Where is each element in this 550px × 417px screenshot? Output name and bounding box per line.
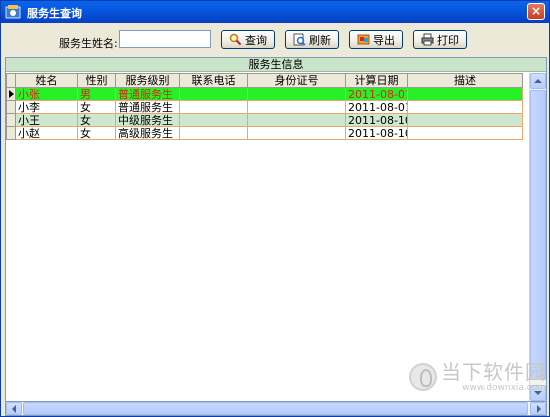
close-button[interactable]: × [527,3,545,20]
column-header[interactable]: 描述 [407,73,523,88]
arrow-right-icon [537,405,541,413]
table-cell[interactable]: 女 [77,126,116,140]
horizontal-scroll-thumb[interactable] [23,402,528,415]
waiter-grid[interactable]: 服务生信息 姓名 性别 服务级别 联系电话 身份证号 计算日期 描述 小张 男 … [5,57,547,402]
query-window: 服务生查询 × 服务生姓名: 查询 刷新 导出 打印 服务生信息 姓名 性别 服… [0,0,550,417]
table-cell[interactable] [247,113,346,127]
table-cell[interactable] [407,100,523,114]
table-cell[interactable]: 普通服务生 [115,100,180,114]
scroll-right-button[interactable] [530,402,546,415]
table-cell[interactable] [247,87,346,101]
table-cell[interactable] [407,87,523,101]
table-cell[interactable] [247,100,346,114]
column-header[interactable]: 联系电话 [179,73,248,88]
table-cell[interactable] [179,126,248,140]
refresh-icon [293,33,306,46]
table-cell[interactable]: 2011-08-10 [345,113,408,127]
title-bar[interactable]: 服务生查询 × [1,1,549,23]
table-cell[interactable] [407,113,523,127]
vertical-scrollbar[interactable] [529,73,546,401]
watermark-logo-icon [409,363,437,391]
table-cell[interactable]: 小张 [15,87,78,101]
column-header[interactable]: 服务级别 [115,73,180,88]
table-cell[interactable]: 小李 [15,100,78,114]
waiter-name-input[interactable] [119,30,211,48]
grid-caption: 服务生信息 [6,58,546,72]
table-cell[interactable] [407,126,523,140]
scroll-up-button[interactable] [530,73,546,89]
table-cell[interactable]: 2011-08-10 [345,126,408,140]
print-button[interactable]: 打印 [413,30,467,49]
column-header[interactable]: 身份证号 [247,73,346,88]
table-row[interactable]: 小李 女 普通服务生 2011-08-01 [6,100,523,114]
watermark-text: 当下软件园 www.downxia.com [441,361,546,393]
search-label: 服务生姓名: [59,37,118,50]
table-cell[interactable]: 普通服务生 [115,87,180,101]
table-header-row: 姓名 性别 服务级别 联系电话 身份证号 计算日期 描述 [6,73,523,88]
table-cell[interactable] [179,87,248,101]
row-header-corner [6,73,16,88]
row-pointer-icon [9,90,14,98]
row-selector[interactable] [6,100,16,114]
table-row[interactable]: 小张 男 普通服务生 2011-08-01 [6,87,523,101]
watermark: 当下软件园 www.downxia.com [409,361,546,393]
vertical-scroll-thumb[interactable] [530,90,546,380]
watermark-text-cn: 当下软件园 [441,360,546,384]
search-toolbar: 服务生姓名: 查询 刷新 导出 打印 [3,25,548,57]
row-selector[interactable] [6,113,16,127]
export-icon [357,34,370,45]
refresh-button-label: 刷新 [309,33,331,47]
column-header[interactable]: 计算日期 [345,73,408,88]
column-header[interactable]: 姓名 [15,73,78,88]
window-title: 服务生查询 [27,7,82,20]
table-cell[interactable]: 高级服务生 [115,126,180,140]
row-selector[interactable] [6,87,16,101]
row-selector[interactable] [6,126,16,140]
watermark-text-en: www.downxia.com [462,383,546,393]
printer-icon [421,33,434,46]
table-cell[interactable]: 小王 [15,113,78,127]
table-row[interactable]: 小赵 女 高级服务生 2011-08-10 [6,126,523,140]
table-cell[interactable]: 小赵 [15,126,78,140]
query-button[interactable]: 查询 [221,30,275,49]
magnifier-icon [229,33,242,46]
arrow-left-icon [12,405,16,413]
refresh-button[interactable]: 刷新 [285,30,339,49]
close-icon: × [530,4,542,18]
table-cell[interactable]: 2011-08-01 [345,87,408,101]
table-cell[interactable] [179,100,248,114]
table-cell[interactable] [179,113,248,127]
table-cell[interactable]: 中级服务生 [115,113,180,127]
scroll-left-button[interactable] [6,402,22,415]
horizontal-scrollbar[interactable] [5,402,547,416]
query-button-label: 查询 [245,33,267,47]
export-button-label: 导出 [373,33,395,47]
table-cell[interactable]: 2011-08-01 [345,100,408,114]
column-header[interactable]: 性别 [77,73,116,88]
table-row[interactable]: 小王 女 中级服务生 2011-08-10 [6,113,523,127]
table-cell[interactable] [247,126,346,140]
table-cell[interactable]: 女 [77,100,116,114]
arrow-up-icon [534,79,542,83]
table-cell[interactable]: 男 [77,87,116,101]
export-button[interactable]: 导出 [349,30,403,49]
app-icon [5,5,21,19]
print-button-label: 打印 [437,33,459,47]
waiter-table: 姓名 性别 服务级别 联系电话 身份证号 计算日期 描述 小张 男 普通服务生 [6,73,523,140]
table-cell[interactable]: 女 [77,113,116,127]
